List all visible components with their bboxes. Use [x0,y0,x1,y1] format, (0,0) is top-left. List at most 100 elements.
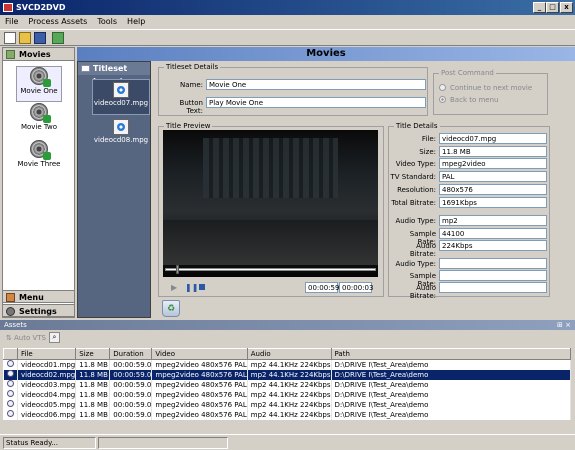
film-reel-icon [30,140,51,160]
table-row[interactable]: videocd04.mpg 11.8 MB 00:00:59.0 mpeg2video… [3,389,572,400]
detail-value: PAL [439,171,547,182]
table-cell: 11.8 MB [75,359,111,370]
settings-section-header[interactable]: Settings [3,304,74,317]
table-cell: D:\DRIVE I\Test_Area\demo [331,379,572,390]
layout-icon [81,65,90,72]
settings-icon [6,307,15,316]
new-icon[interactable] [4,32,16,44]
menu-help[interactable]: Help [122,15,150,29]
titleset-item[interactable]: videocd08.mpg [92,117,150,153]
table-cell: 00:00:59.0 [109,409,153,420]
column-header-size[interactable]: Size [75,348,111,360]
detail-value [439,270,547,281]
titleset-item[interactable]: videocd07.mpg [92,79,150,115]
movies-section-header[interactable]: Movies [3,48,74,61]
column-header-file[interactable]: File [16,348,77,360]
detail-label: Audio Type: [395,217,436,225]
media-file-icon [3,399,18,410]
table-row[interactable]: videocd01.mpg 11.8 MB 00:00:59.0 mpeg2video… [3,359,572,370]
title-bar: SVCD2DVD _ □ x [0,0,575,15]
detail-value: mpeg2video [439,158,547,169]
table-cell: 11.8 MB [75,389,111,400]
detail-value: 480x576 [439,184,547,195]
titleset-item-label: videocd08.mpg [93,136,149,144]
status-text: Status Ready... [3,437,96,449]
play-icon[interactable]: ▶ [171,283,177,292]
column-header-duration[interactable]: Duration [109,348,153,360]
table-cell: mpeg2video 480x576 PAL [151,379,248,390]
movie-item[interactable]: Movie One [16,66,62,102]
table-cell: mpeg2video 480x576 PAL [151,389,248,400]
stop-icon[interactable] [199,284,205,290]
detail-value: 224Kbps [439,240,547,251]
table-cell: 00:00:59.0 [109,399,153,410]
minimize-button[interactable]: _ [533,2,546,13]
status-panel [98,437,228,449]
auto-vts-button[interactable]: Auto VTS [14,334,46,342]
seek-bar[interactable] [165,268,376,271]
table-cell: 11.8 MB [75,369,111,380]
column-header-path[interactable]: Path [330,348,572,360]
detail-label: Total Bitrate: [391,199,436,207]
pause-icon[interactable]: ❚❚ [185,283,198,292]
column-header-video[interactable]: Video [151,348,248,360]
export-icon[interactable] [52,32,64,44]
table-cell: mp2 44.1KHz 224Kbps [247,409,332,420]
open-icon[interactable] [19,32,31,44]
table-cell: 11.8 MB [75,399,111,410]
media-file-icon [3,389,18,400]
table-cell: videocd06.mpg [17,409,77,420]
pin-close-icon[interactable]: ⊞ × [557,320,571,330]
movie-item[interactable]: Movie Three [16,140,62,176]
table-cell: mpeg2video 480x576 PAL [151,359,248,370]
save-icon[interactable] [34,32,46,44]
table-cell: videocd04.mpg [17,389,77,400]
menu-process-assets[interactable]: Process Assets [23,15,92,29]
search-icon[interactable]: ⌕ [49,332,60,343]
continue-radio[interactable] [439,84,446,91]
dvd-icon [113,82,129,98]
column-header-audio[interactable]: Audio [246,348,332,360]
detail-label: Size: [419,148,436,156]
table-cell: videocd05.mpg [17,399,77,410]
detail-value: 11.8 MB [439,146,547,157]
table-cell: 00:00:59.0 [109,369,153,380]
assets-title: Assets [4,321,27,329]
table-cell: 00:00:59.0 [109,379,153,390]
table-cell: videocd03.mpg [17,379,77,390]
seek-handle[interactable] [176,265,179,274]
post-command-legend: Post Command [439,69,496,77]
detail-label: Audio Bitrate: [409,242,436,258]
detail-value [439,282,547,293]
menu-bar: File Process Assets Tools Help [0,15,575,29]
table-row[interactable]: videocd05.mpg 11.8 MB 00:00:59.0 mpeg2video… [3,399,572,410]
recycle-bin-icon[interactable]: ♻ [162,300,180,317]
toolbar [0,29,575,46]
app-icon [3,3,13,12]
back-to-menu-label: Back to menu [450,96,499,104]
back-to-menu-radio[interactable] [439,96,446,103]
movie-item[interactable]: Movie Two [16,103,62,139]
close-button[interactable]: x [560,2,573,13]
table-row[interactable]: videocd03.mpg 11.8 MB 00:00:59.0 mpeg2video… [3,379,572,390]
detail-value: 1691Kbps [439,197,547,208]
table-row[interactable]: videocd02.mpg 11.8 MB 00:00:59.0 mpeg2video… [3,369,572,380]
detail-label: Audio Bitrate: [409,284,436,300]
table-row[interactable]: videocd06.mpg 11.8 MB 00:00:59.0 mpeg2video… [3,409,572,420]
name-field[interactable]: Movie One [206,79,426,90]
menu-file[interactable]: File [0,15,23,29]
auto-vts-icon: ⇅ [6,334,12,342]
post-command-group: Post Command Continue to next movie Back… [433,69,548,115]
menu-tools[interactable]: Tools [92,15,122,29]
button-text-label: Button Text: [179,99,203,115]
movie-label: Movie One [20,87,58,95]
film-reel-icon [30,67,51,87]
maximize-button[interactable]: □ [546,2,559,13]
titleset-details-legend: Titleset Details [164,63,221,71]
media-file-icon [3,379,18,390]
button-text-field[interactable]: Play Movie One [206,97,426,108]
window-title: SVCD2DVD [16,3,66,12]
menu-section-header[interactable]: Menu [3,290,74,303]
dvd-icon [113,119,129,135]
detail-value [439,258,547,269]
